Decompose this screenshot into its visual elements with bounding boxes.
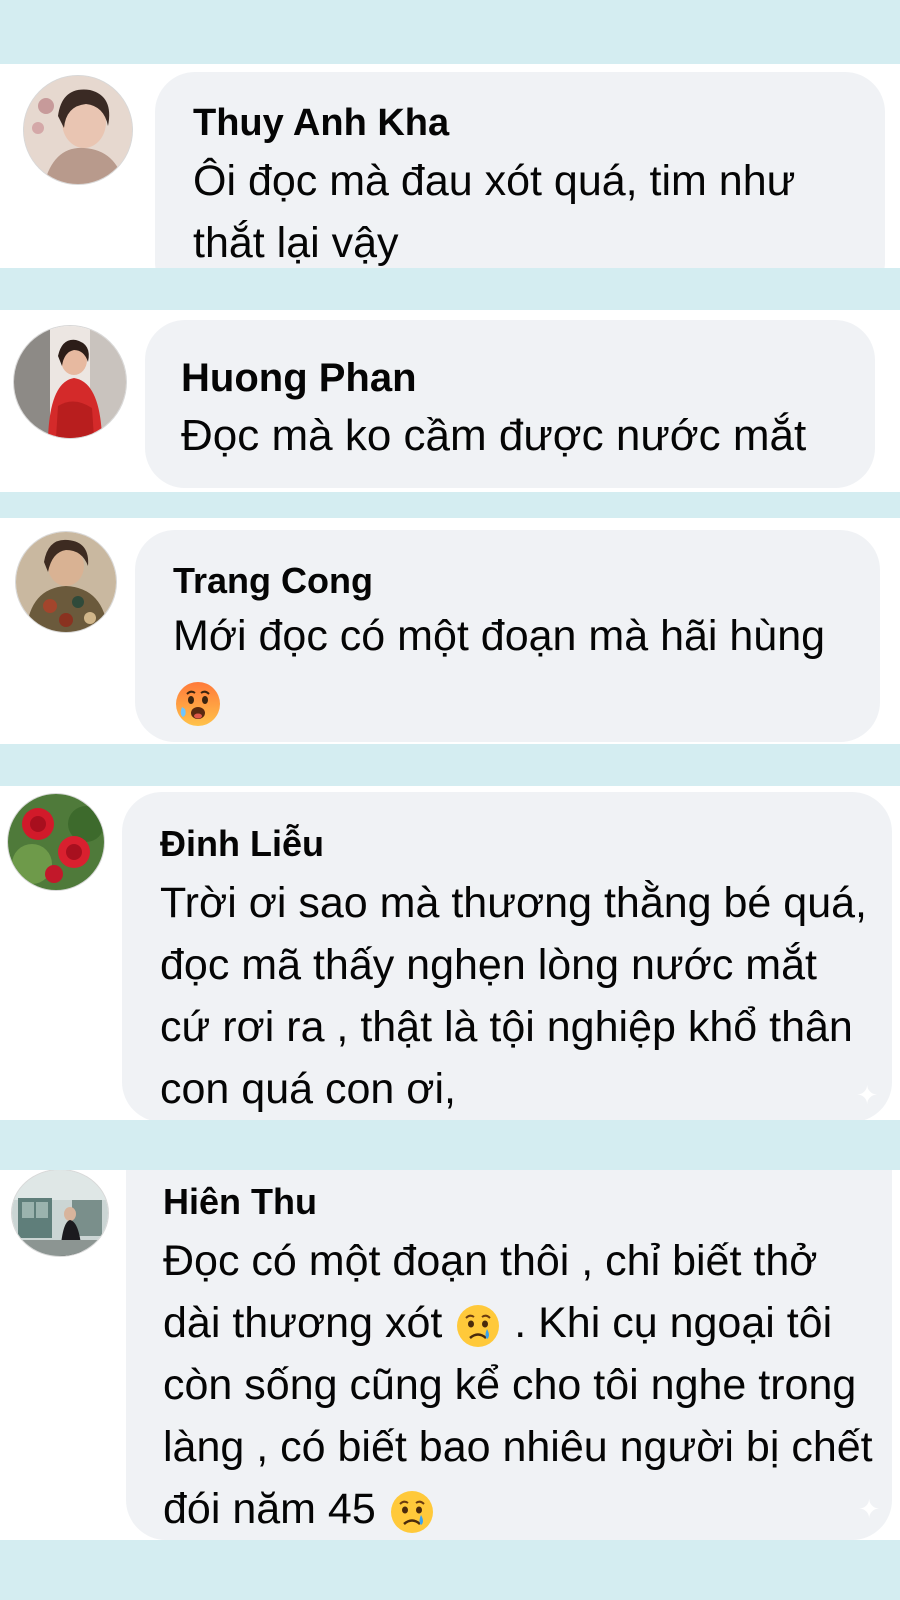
comment-text: Ôi đọc mà đau xót quá, tim như thắt lại …	[193, 157, 796, 267]
comment-bubble: Đinh Liễu Trời ơi sao mà thương thằng bé…	[122, 792, 892, 1120]
avatar-photo-icon	[8, 794, 104, 890]
comment-text-content: Mới đọc có một đoạn mà hãi hùng	[173, 612, 826, 660]
avatar[interactable]	[8, 794, 104, 890]
comment-bubble: Trang Cong Mới đọc có một đoạn mà hãi hù…	[135, 530, 880, 742]
comment-text: Đọc có một đoạn thôi , chỉ biết thở dài …	[163, 1230, 875, 1540]
comment-bubble: Thuy Anh Kha Ôi đọc mà đau xót quá, tim …	[155, 72, 885, 268]
sparkle-icon: ✦	[856, 1080, 878, 1110]
comment-author[interactable]: Thuy Anh Kha	[193, 100, 885, 146]
avatar-photo-icon	[16, 532, 116, 632]
comment-5: Hiên Thu Đọc có một đoạn thôi , chỉ biết…	[0, 1170, 900, 1540]
comment-bubble: Huong Phan Đọc mà ko cầm được nước mắt	[145, 320, 875, 488]
avatar[interactable]	[24, 76, 132, 184]
avatar[interactable]	[14, 326, 126, 438]
crying-face-emoji	[388, 1488, 436, 1536]
comment-2: Huong Phan Đọc mà ko cầm được nước mắt	[0, 310, 900, 492]
avatar-photo-icon	[14, 326, 126, 438]
crying-face-emoji	[454, 1302, 502, 1350]
hot-sweat-face-emoji	[173, 679, 223, 729]
comment-author[interactable]: Hiên Thu	[163, 1180, 892, 1224]
comment-3: Trang Cong Mới đọc có một đoạn mà hãi hù…	[0, 518, 900, 744]
crying-face-icon	[390, 1490, 433, 1533]
crying-face-icon	[457, 1304, 500, 1347]
comment-author[interactable]: Huong Phan	[181, 354, 875, 402]
comment-1: Thuy Anh Kha Ôi đọc mà đau xót quá, tim …	[0, 64, 900, 268]
hot-sweat-face-icon	[176, 681, 220, 726]
comment-text: Đọc mà ko cầm được nước mắt	[181, 411, 807, 460]
avatar-photo-icon	[12, 1170, 108, 1256]
comment-text: Mới đọc có một đoạn mà hãi hùng	[173, 604, 863, 732]
comment-text: Trời ơi sao mà thương thằng bé quá, đọc …	[160, 879, 867, 1113]
comment-author[interactable]: Đinh Liễu	[160, 822, 892, 866]
comment-bubble: Hiên Thu Đọc có một đoạn thôi , chỉ biết…	[126, 1170, 892, 1540]
avatar[interactable]	[16, 532, 116, 632]
sparkle-icon: ✦	[858, 1494, 880, 1524]
comment-4: Đinh Liễu Trời ơi sao mà thương thằng bé…	[0, 786, 900, 1120]
avatar[interactable]	[12, 1170, 108, 1256]
avatar-photo-icon	[24, 76, 132, 184]
comment-author[interactable]: Trang Cong	[173, 558, 880, 604]
